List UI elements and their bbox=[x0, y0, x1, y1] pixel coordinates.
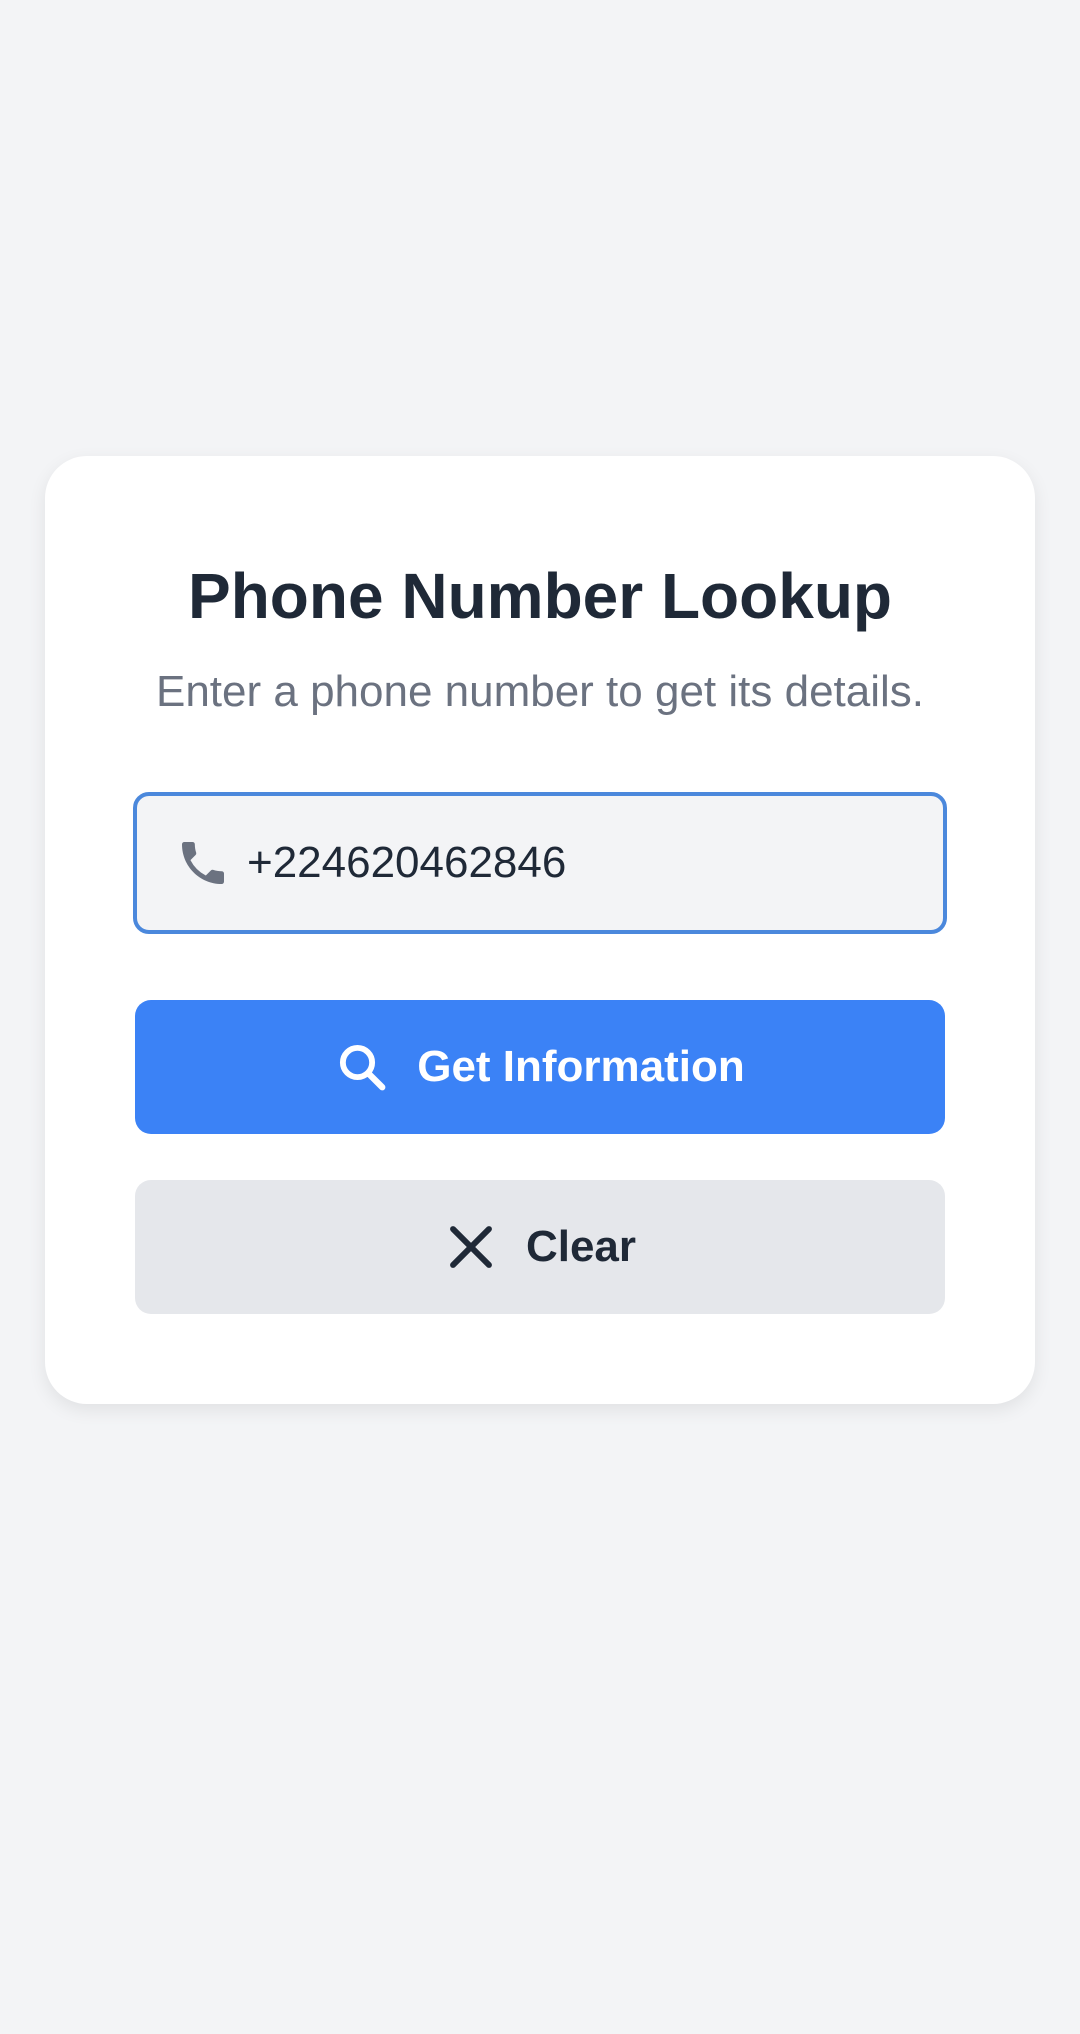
search-icon bbox=[335, 1040, 389, 1094]
phone-number-input[interactable] bbox=[247, 818, 927, 908]
clear-label: Clear bbox=[525, 1222, 637, 1271]
page-subtitle: Enter a phone number to get its details. bbox=[155, 667, 925, 716]
lookup-card: Phone Number Lookup Enter a phone number… bbox=[45, 456, 1035, 1404]
phone-input-container[interactable] bbox=[133, 792, 947, 934]
get-information-label: Get Information bbox=[417, 1042, 745, 1091]
close-icon bbox=[444, 1220, 498, 1274]
page-title: Phone Number Lookup bbox=[188, 560, 892, 632]
clear-button[interactable]: Clear bbox=[135, 1180, 945, 1314]
get-information-button[interactable]: Get Information bbox=[135, 1000, 945, 1134]
phone-icon bbox=[175, 835, 231, 891]
